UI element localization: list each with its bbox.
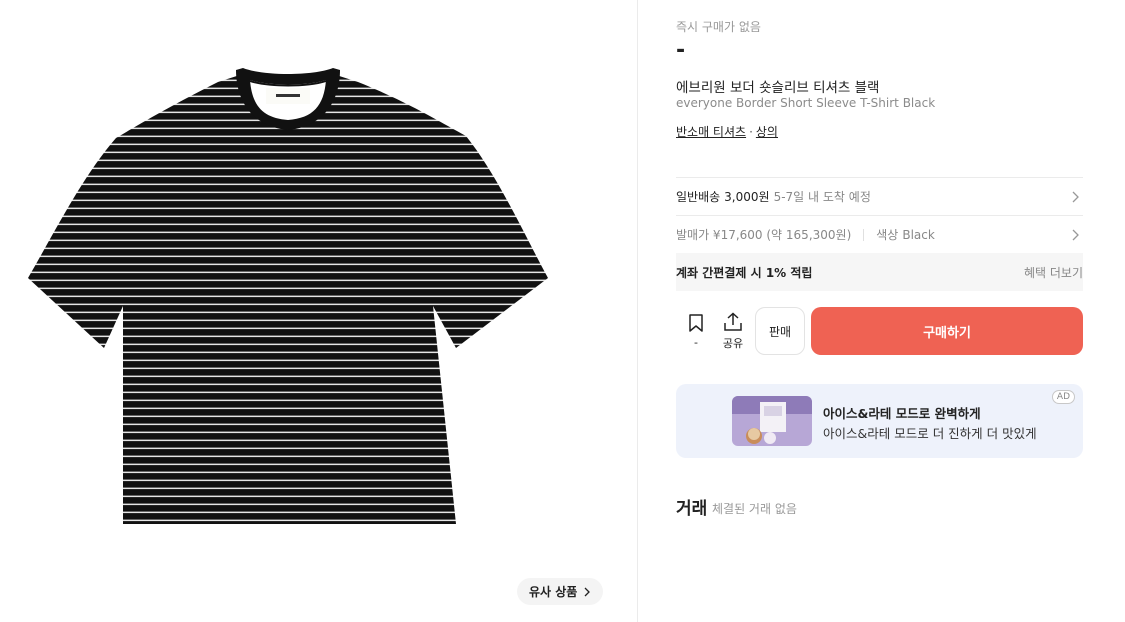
- product-image[interactable]: [28, 66, 548, 528]
- shipping-type: 일반배송: [676, 190, 721, 204]
- shipping-fee: 3,000원: [724, 190, 770, 204]
- color-value: Black: [902, 227, 935, 242]
- product-name-ko: 에브리원 보더 숏슬리브 티셔츠 블랙: [676, 80, 880, 96]
- category-link-short-sleeve[interactable]: 반소매 티셔츠: [676, 125, 746, 139]
- instant-price-label: 즉시 구매가 없음: [676, 20, 761, 34]
- bookmark-button[interactable]: -: [681, 306, 711, 356]
- trade-section-title: 거래: [676, 499, 708, 519]
- ad-subtitle: 아이스&라테 모드로 더 진하게 더 맛있게: [823, 426, 1037, 441]
- chevron-right-icon: [584, 587, 591, 596]
- bookmark-count: -: [694, 336, 698, 349]
- benefit-banner[interactable]: 계좌 간편결제 시 1% 적립 혜택 더보기: [676, 253, 1083, 291]
- color-label: 색상: [876, 228, 899, 242]
- similar-products-button[interactable]: 유사 상품: [517, 578, 604, 605]
- ad-title: 아이스&라테 모드로 완벽하게: [823, 406, 981, 421]
- product-name-en: everyone Border Short Sleeve T-Shirt Bla…: [676, 96, 936, 110]
- ad-banner[interactable]: 아이스&라테 모드로 완벽하게 아이스&라테 모드로 더 진하게 더 맛있게 A…: [676, 384, 1083, 458]
- benefit-label: 계좌 간편결제 시 1% 적립: [676, 265, 813, 280]
- bookmark-icon: [689, 314, 703, 332]
- shipping-row[interactable]: 일반배송 3,000원 5-7일 내 도착 예정: [676, 177, 1083, 215]
- release-price: 발매가 ¥17,600 (약 165,300원): [676, 228, 852, 242]
- category-breadcrumb: 반소매 티셔츠 · 상의: [676, 123, 778, 140]
- category-link-top[interactable]: 상의: [756, 125, 778, 139]
- share-label: 공유: [722, 336, 744, 350]
- similar-products-label: 유사 상품: [529, 585, 578, 599]
- divider: [863, 228, 865, 241]
- trade-empty-message: 체결된 거래 없음: [712, 502, 797, 516]
- release-info-row[interactable]: 발매가 ¥17,600 (약 165,300원) 색상 Black: [676, 215, 1083, 253]
- ad-thumbnail: [732, 396, 812, 446]
- share-button[interactable]: 공유: [718, 306, 748, 356]
- buy-button[interactable]: 구매하기: [811, 307, 1083, 355]
- instant-price-value: -: [676, 38, 686, 63]
- chevron-right-icon: [1072, 191, 1079, 203]
- sell-button[interactable]: 판매: [755, 307, 805, 355]
- shipping-eta: 5-7일 내 도착 예정: [773, 190, 871, 204]
- product-image-panel: 유사 상품: [0, 0, 638, 622]
- chevron-right-icon: [1072, 229, 1079, 241]
- action-bar: - 공유 판매 구매하기: [676, 306, 1083, 356]
- ad-badge: AD: [1051, 390, 1075, 404]
- benefit-more-link[interactable]: 혜택 더보기: [1024, 264, 1083, 281]
- share-icon: [724, 311, 742, 331]
- category-separator: ·: [749, 125, 753, 139]
